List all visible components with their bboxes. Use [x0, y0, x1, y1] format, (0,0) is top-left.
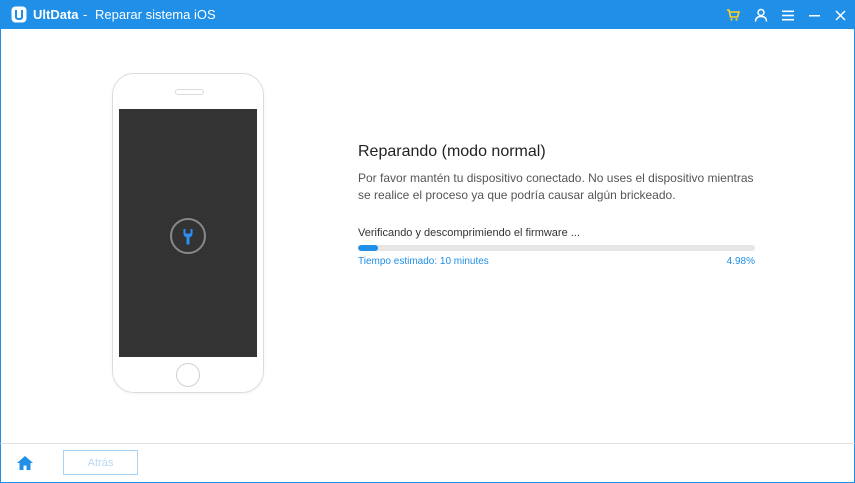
account-button[interactable] [752, 6, 770, 24]
eta-label: Tiempo estimado: 10 minutes [358, 256, 489, 267]
progress-bar [358, 245, 755, 251]
phone-screen [119, 109, 257, 357]
app-name: UltData [33, 7, 79, 22]
progress-step-label: Verificando y descomprimiendo el firmwar… [358, 227, 580, 239]
home-icon [17, 456, 33, 470]
menu-button[interactable] [779, 6, 797, 24]
phone-illustration [112, 73, 264, 393]
back-button[interactable]: Atrás [63, 450, 138, 475]
minimize-button[interactable] [805, 6, 823, 24]
progress-fill [358, 245, 378, 251]
title-separator: - [83, 7, 88, 22]
title-bar: UltData - Reparar sistema iOS [0, 0, 855, 29]
user-icon [754, 8, 768, 22]
close-icon [834, 9, 846, 21]
window-title: Reparar sistema iOS [95, 7, 216, 22]
phone-speaker [175, 89, 204, 95]
menu-icon [782, 10, 794, 20]
wrench-icon [170, 218, 206, 254]
phone-home-key [176, 363, 200, 387]
cart-icon [727, 9, 740, 21]
repair-heading: Reparando (modo normal) [358, 143, 546, 160]
repair-description: Por favor mantén tu dispositivo conectad… [358, 171, 754, 202]
cart-button[interactable] [724, 6, 742, 24]
minimize-icon [808, 14, 820, 16]
home-button[interactable] [15, 453, 35, 473]
close-button[interactable] [831, 6, 849, 24]
footer-bar: Atrás [0, 443, 855, 483]
progress-percent: 4.98% [726, 256, 755, 267]
ultdata-logo-icon [11, 6, 27, 23]
